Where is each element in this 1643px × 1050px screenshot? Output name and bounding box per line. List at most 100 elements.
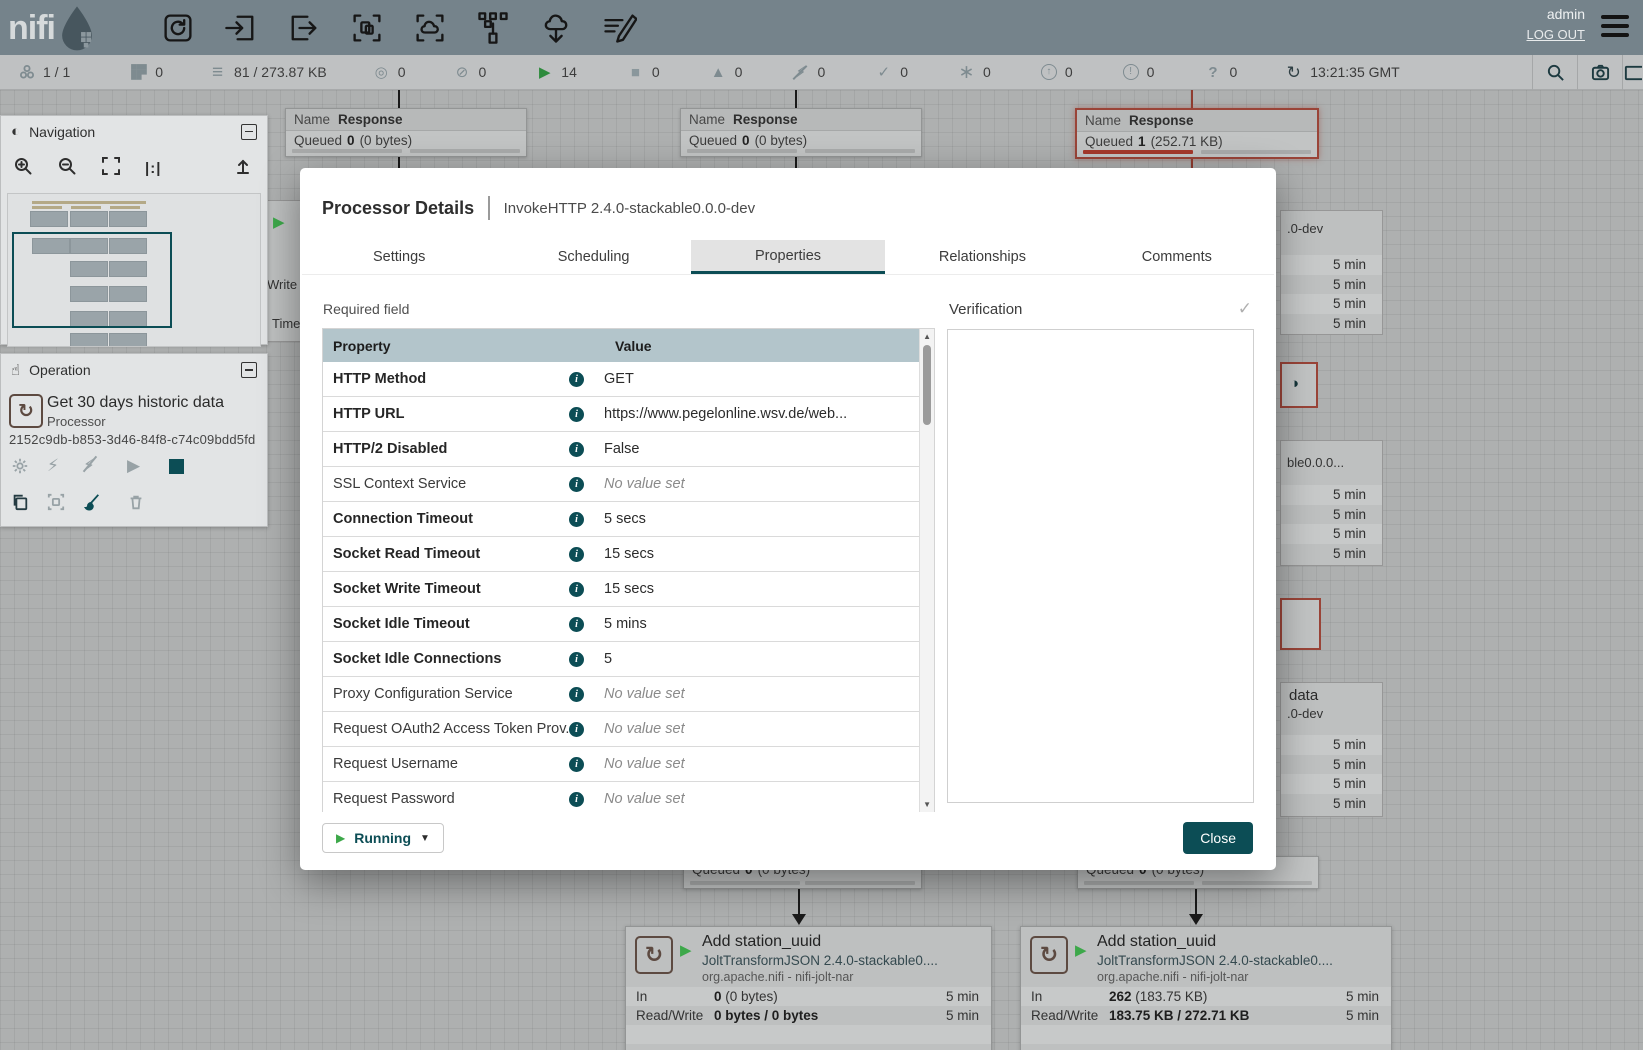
info-icon[interactable]: i [569, 407, 584, 422]
processor-fragment[interactable]: data .0-dev 5 min 5 min 5 min 5 min [1280, 682, 1383, 817]
remote-process-group-component-icon[interactable] [412, 10, 448, 46]
table-scrollbar[interactable]: ▲ ▼ [919, 329, 934, 812]
process-group-component-icon[interactable] [349, 10, 385, 46]
property-row[interactable]: Socket Idle Timeouti5 mins [323, 607, 919, 642]
tab-comments[interactable]: Comments [1080, 240, 1274, 274]
zoom-out-icon[interactable] [57, 156, 77, 181]
tab-scheduling[interactable]: Scheduling [496, 240, 690, 274]
selected-component-name: Get 30 days historic data [47, 394, 224, 412]
info-icon[interactable]: i [569, 687, 584, 702]
color-brush-icon[interactable] [83, 493, 119, 511]
dialog-title: Processor Details [322, 198, 474, 219]
alert-icon: ! [1123, 64, 1139, 80]
extra-toolbar-button[interactable] [1623, 63, 1643, 82]
scroll-down-icon[interactable]: ▼ [920, 800, 934, 809]
connection-label-selected[interactable]: NameResponse Queued1(252.71 KB) [1075, 108, 1319, 159]
zoom-fit-icon[interactable] [101, 156, 121, 181]
property-row[interactable]: Socket Write Timeouti15 secs [323, 572, 919, 607]
collapse-operation-icon[interactable] [241, 362, 257, 378]
minimap-viewport[interactable] [12, 232, 172, 328]
processor-add-station-uuid[interactable]: ↻ ▶ Add station_uuid JoltTransformJSON 2… [625, 926, 992, 1050]
property-row[interactable]: HTTP/2 DisablediFalse [323, 432, 919, 467]
collapse-navigation-icon[interactable] [241, 124, 257, 140]
alert-count: 0 [1147, 64, 1155, 80]
info-icon[interactable]: i [569, 547, 584, 562]
property-row[interactable]: Socket Idle Connectionsi5 [323, 642, 919, 677]
info-icon[interactable]: i [569, 512, 584, 527]
tab-settings[interactable]: Settings [302, 240, 496, 274]
operation-panel-title: Operation [29, 362, 90, 378]
nifi-logo[interactable]: nifi [8, 5, 138, 51]
info-icon[interactable]: i [569, 442, 584, 457]
label-component-icon[interactable] [601, 10, 637, 46]
info-icon[interactable]: i [569, 652, 584, 667]
funnel-component-icon[interactable] [475, 10, 511, 46]
copy-icon[interactable] [11, 493, 47, 511]
zoom-actual-icon[interactable]: |:| [145, 160, 161, 177]
nifi-droplet-icon [55, 5, 99, 51]
selected-component-type: Processor [47, 414, 106, 429]
connection-label[interactable]: NameResponse Queued0(0 bytes) [285, 108, 527, 157]
leave-group-icon[interactable] [233, 156, 253, 181]
processor-add-station-uuid[interactable]: ↻ ▶ Add station_uuid JoltTransformJSON 2… [1020, 926, 1392, 1050]
scrollbar-thumb[interactable] [923, 345, 931, 425]
stat-window: 5 min [1346, 1008, 1379, 1023]
info-icon[interactable]: i [569, 617, 584, 632]
chevron-down-icon: ▼ [420, 833, 430, 844]
snippet-button[interactable] [1578, 63, 1622, 82]
property-row[interactable]: Socket Read Timeouti15 secs [323, 537, 919, 572]
scroll-up-icon[interactable]: ▲ [920, 332, 934, 341]
connection-name-label: Name [294, 112, 330, 127]
connection-label[interactable]: NameResponse Queued0(0 bytes) [680, 108, 922, 157]
processor-fragment[interactable]: ble0.0.0... 5 min 5 min 5 min 5 min [1280, 440, 1383, 566]
info-icon[interactable]: i [569, 372, 584, 387]
square-icon [1623, 63, 1642, 82]
property-row[interactable]: Request UsernameiNo value set [323, 747, 919, 782]
property-row[interactable]: SSL Context ServiceiNo value set [323, 467, 919, 502]
group-icon[interactable] [47, 493, 83, 511]
configure-icon[interactable] [11, 457, 47, 475]
property-row[interactable]: Request OAuth2 Access Token Prov...iNo v… [323, 712, 919, 747]
info-icon[interactable]: i [569, 582, 584, 597]
info-icon[interactable]: i [569, 722, 584, 737]
dialog-subtitle: InvokeHTTP 2.4.0-stackable0.0.0-dev [504, 200, 756, 217]
close-button[interactable]: Close [1183, 822, 1253, 854]
parameter-context-component-icon[interactable] [538, 10, 574, 46]
property-row[interactable]: HTTP URLihttps://www.pegelonline.wsv.de/… [323, 397, 919, 432]
logout-link[interactable]: LOG OUT [1526, 27, 1585, 42]
connection-name: Response [338, 112, 403, 127]
property-row[interactable]: HTTP MethodiGET [323, 362, 919, 397]
property-row[interactable]: Connection Timeouti5 secs [323, 502, 919, 537]
tab-properties[interactable]: Properties [691, 240, 885, 274]
stat-fragment: Write [267, 277, 297, 292]
processor-name: Add station_uuid [702, 933, 821, 951]
zoom-in-icon[interactable] [13, 156, 33, 181]
birdseye-minimap[interactable] [7, 193, 261, 347]
global-menu-icon[interactable] [1601, 15, 1629, 37]
connection-name-label: Name [689, 112, 725, 127]
output-port-component-icon[interactable] [286, 10, 322, 46]
refresh-icon[interactable]: ↻ [1285, 64, 1302, 81]
selected-processor-fragment[interactable]: ◑ [1280, 362, 1318, 408]
tab-relationships[interactable]: Relationships [885, 240, 1079, 274]
input-port-component-icon[interactable] [223, 10, 259, 46]
verification-label: Verification [949, 301, 1022, 318]
info-icon[interactable]: i [569, 477, 584, 492]
processor-icon: ↻ [635, 936, 673, 974]
start-icon[interactable]: ▶ [127, 456, 163, 476]
disable-icon[interactable]: ⚡ [83, 456, 119, 476]
search-button[interactable] [1533, 63, 1577, 82]
enable-icon[interactable]: ⚡ [47, 456, 83, 476]
run-state-button[interactable]: ▶ Running ▼ [322, 823, 444, 853]
property-row[interactable]: Proxy Configuration ServiceiNo value set [323, 677, 919, 712]
property-row[interactable]: Request PasswordiNo value set [323, 782, 919, 812]
delete-icon[interactable] [127, 493, 163, 511]
check-icon[interactable]: ✓ [1238, 299, 1252, 319]
half-circle-icon: ◑ [1290, 375, 1299, 392]
processor-component-icon[interactable] [160, 10, 196, 46]
info-icon[interactable]: i [569, 757, 584, 772]
selected-connection-fragment[interactable] [1280, 598, 1321, 650]
info-icon[interactable]: i [569, 792, 584, 807]
stop-icon[interactable] [169, 459, 205, 474]
processor-fragment[interactable]: .0-dev 5 min 5 min 5 min 5 min [1280, 210, 1383, 335]
